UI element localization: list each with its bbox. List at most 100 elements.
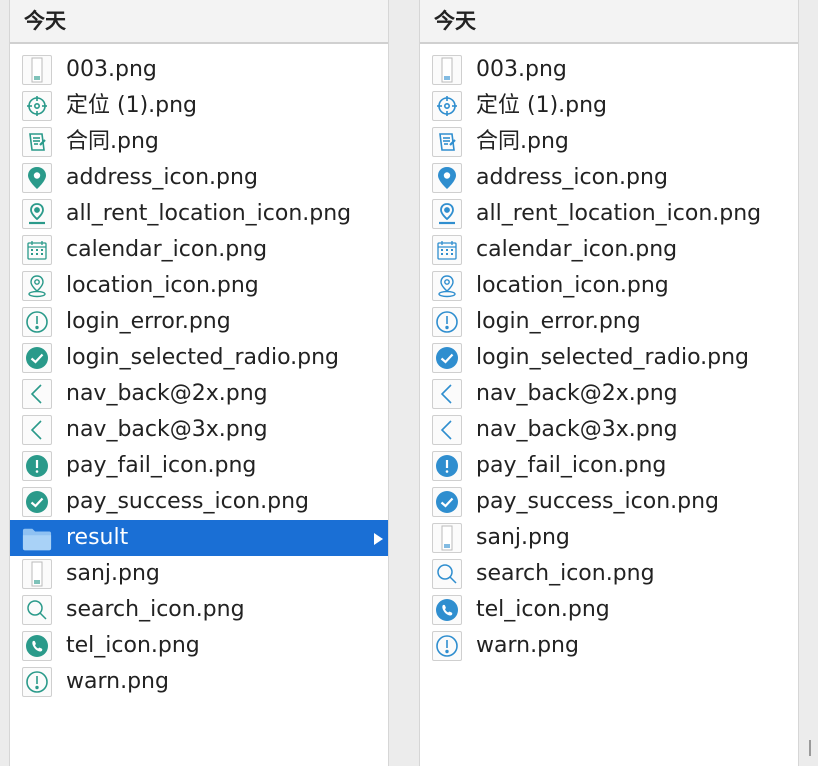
file-name: tel_icon.png [476,597,610,622]
file-name: login_selected_radio.png [66,345,340,370]
file-row[interactable]: search_icon.png [10,592,388,628]
file-name: 003.png [476,57,567,82]
file-row[interactable]: nav_back@2x.png [420,376,798,412]
file-row[interactable]: login_selected_radio.png [420,340,798,376]
tall-image-icon [22,55,52,85]
file-name: search_icon.png [476,561,655,586]
disclosure-arrow-icon[interactable] [372,531,384,550]
magnifier-icon [22,595,52,625]
alert-filled-icon [22,451,52,481]
file-column-right[interactable]: 今天 003.png 定位 (1).png 合同.png address_icon.p… [419,0,799,766]
check-circle-icon [432,343,462,373]
file-row[interactable]: nav_back@2x.png [10,376,388,412]
file-list-right: 003.png 定位 (1).png 合同.png address_icon.pnga… [420,52,798,664]
file-row[interactable]: login_selected_radio.png [10,340,388,376]
file-row[interactable]: sanj.png [10,556,388,592]
file-row[interactable]: nav_back@3x.png [420,412,798,448]
calendar-icon [432,235,462,265]
crosshair-icon [22,91,52,121]
file-row[interactable]: warn.png [420,628,798,664]
column-divider [389,0,419,766]
right-gutter [799,0,818,766]
check-circle-icon [432,487,462,517]
alert-circle-icon [22,307,52,337]
file-row[interactable]: 003.png [420,52,798,88]
file-row[interactable]: 定位 (1).png [420,88,798,124]
file-row[interactable]: 003.png [10,52,388,88]
file-name: tel_icon.png [66,633,200,658]
file-row[interactable]: login_error.png [420,304,798,340]
file-row[interactable]: calendar_icon.png [10,232,388,268]
file-row[interactable]: login_error.png [10,304,388,340]
file-row[interactable]: 合同.png [420,124,798,160]
file-name: sanj.png [476,525,570,550]
alert-circle-icon [432,631,462,661]
tall-image-icon [22,559,52,589]
file-row[interactable]: pay_success_icon.png [420,484,798,520]
file-name: 合同.png [476,129,569,154]
magnifier-icon [432,559,462,589]
file-name: pay_success_icon.png [476,489,719,514]
file-row[interactable]: location_icon.png [10,268,388,304]
check-circle-icon [22,487,52,517]
file-name: nav_back@3x.png [476,417,678,442]
folder-icon [22,524,52,554]
left-gutter [0,0,9,766]
phone-icon [22,631,52,661]
file-name: warn.png [66,669,169,694]
file-row[interactable]: address_icon.png [10,160,388,196]
file-row[interactable]: sanj.png [420,520,798,556]
contract-icon [432,127,462,157]
file-name: warn.png [476,633,579,658]
file-name: address_icon.png [476,165,668,190]
file-name: pay_success_icon.png [66,489,309,514]
map-pin-filled-icon [22,163,52,193]
file-name: 定位 (1).png [476,93,608,118]
file-row[interactable]: tel_icon.png [420,592,798,628]
chevron-left-icon [22,415,52,445]
file-name: pay_fail_icon.png [66,453,257,478]
folder-row[interactable]: result [10,520,388,556]
tall-image-icon [432,523,462,553]
column-header-left: 今天 [10,0,388,44]
file-name: login_selected_radio.png [476,345,750,370]
chevron-left-icon [22,379,52,409]
file-name: login_error.png [476,309,641,334]
file-list-left: 003.png 定位 (1).png 合同.png address_icon.pnga… [10,52,388,700]
file-row[interactable]: nav_back@3x.png [10,412,388,448]
file-name: all_rent_location_icon.png [66,201,352,226]
file-name: all_rent_location_icon.png [476,201,762,226]
file-row[interactable]: pay_fail_icon.png [420,448,798,484]
alert-filled-icon [432,451,462,481]
calendar-icon [22,235,52,265]
file-name: sanj.png [66,561,160,586]
alert-circle-icon [432,307,462,337]
file-row[interactable]: 合同.png [10,124,388,160]
file-row[interactable]: location_icon.png [420,268,798,304]
file-row[interactable]: search_icon.png [420,556,798,592]
map-pin-outline-icon [432,271,462,301]
file-row[interactable]: pay_success_icon.png [10,484,388,520]
file-row[interactable]: calendar_icon.png [420,232,798,268]
file-row[interactable]: pay_fail_icon.png [10,448,388,484]
person-pin-icon [22,199,52,229]
file-name: location_icon.png [476,273,669,298]
file-row[interactable]: warn.png [10,664,388,700]
scroll-indicator[interactable] [809,740,811,756]
file-name: calendar_icon.png [476,237,678,262]
file-name: location_icon.png [66,273,259,298]
file-name: nav_back@3x.png [66,417,268,442]
file-row[interactable]: all_rent_location_icon.png [420,196,798,232]
file-column-left[interactable]: 今天 003.png 定位 (1).png 合同.png address_icon.p… [9,0,389,766]
file-name: address_icon.png [66,165,258,190]
file-row[interactable]: address_icon.png [420,160,798,196]
file-name: 003.png [66,57,157,82]
file-name: nav_back@2x.png [66,381,268,406]
column-header-right: 今天 [420,0,798,44]
check-circle-icon [22,343,52,373]
file-name: result [66,525,129,550]
file-row[interactable]: tel_icon.png [10,628,388,664]
file-row[interactable]: 定位 (1).png [10,88,388,124]
file-row[interactable]: all_rent_location_icon.png [10,196,388,232]
map-pin-outline-icon [22,271,52,301]
